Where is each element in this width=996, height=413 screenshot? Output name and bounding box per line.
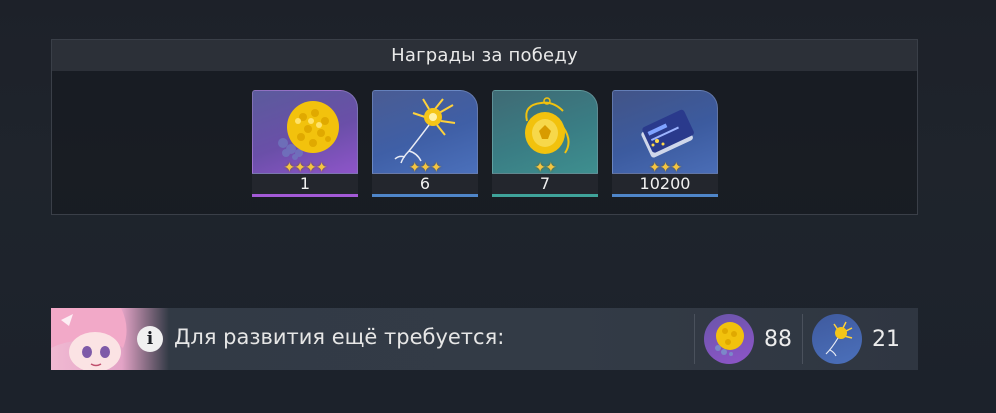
rarity-bar xyxy=(612,194,718,197)
rarity-stars: ✦✦✦✦ xyxy=(283,160,328,174)
divider xyxy=(694,314,695,364)
reward-item-seed[interactable]: ✦✦ 7 xyxy=(492,90,598,197)
rarity-stars: ✦✦✦ xyxy=(408,160,442,174)
reward-item-cluster[interactable]: ✦✦✦✦ 1 xyxy=(252,90,358,197)
material-count: 21 xyxy=(872,326,900,352)
reward-items: ✦✦✦✦ 1 ✦✦✦ 6 ✦✦ 7 ✦✦✦ 10200 xyxy=(252,90,718,197)
rarity-stars: ✦✦✦ xyxy=(648,160,682,174)
item-card: ✦✦✦ xyxy=(612,90,718,174)
rarity-stars: ✦✦ xyxy=(534,160,556,174)
item-count: 10200 xyxy=(612,174,718,194)
requirement-bar: i Для развития ещё требуется: 88 21 xyxy=(51,308,918,370)
item-card: ✦✦✦ xyxy=(372,90,478,174)
item-card: ✦✦ xyxy=(492,90,598,174)
reward-item-credits[interactable]: ✦✦✦ 10200 xyxy=(612,90,718,197)
info-icon[interactable]: i xyxy=(137,326,163,352)
item-count: 1 xyxy=(252,174,358,194)
material-cluster[interactable]: 88 xyxy=(704,314,792,364)
rarity-bar xyxy=(492,194,598,197)
rarity-bar xyxy=(372,194,478,197)
item-card: ✦✦✦✦ xyxy=(252,90,358,174)
cluster-icon xyxy=(704,314,754,364)
material-count: 88 xyxy=(764,326,792,352)
material-neuron[interactable]: 21 xyxy=(812,314,900,364)
divider xyxy=(802,314,803,364)
item-count: 6 xyxy=(372,174,478,194)
rewards-panel: Награды за победу ✦✦✦✦ 1 ✦✦✦ 6 ✦✦ 7 ✦✦✦ … xyxy=(51,39,918,215)
item-count: 7 xyxy=(492,174,598,194)
rarity-bar xyxy=(252,194,358,197)
rewards-title: Награды за победу xyxy=(52,40,917,71)
requirement-text: Для развития ещё требуется: xyxy=(174,325,505,349)
reward-item-neuron[interactable]: ✦✦✦ 6 xyxy=(372,90,478,197)
neuron-icon xyxy=(812,314,862,364)
